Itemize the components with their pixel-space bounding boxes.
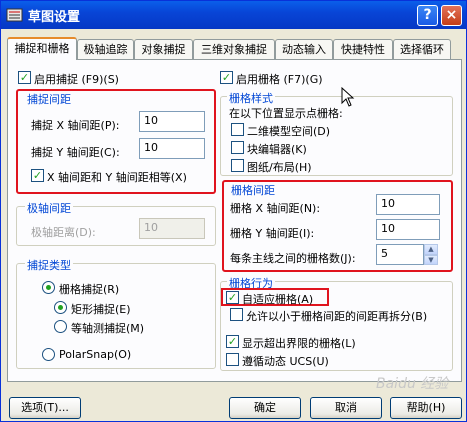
- grid-snap-radio[interactable]: [42, 281, 55, 294]
- snap-type-title: 捕捉类型: [25, 257, 73, 273]
- snap-x-label: 捕捉 X 轴间距(P):: [31, 119, 120, 132]
- polar-distance-label: 极轴距离(D):: [31, 226, 96, 239]
- snap-y-label: 捕捉 Y 轴间距(C):: [31, 146, 120, 159]
- tab-selection-cycling[interactable]: 选择循环: [393, 39, 451, 59]
- tab-object-snap[interactable]: 对象捕捉: [134, 39, 193, 59]
- equal-spacing-label: X 轴间距和 Y 轴间距相等(X): [47, 171, 187, 184]
- grid-spacing-title: 栅格间距: [229, 182, 277, 198]
- window-title: 草图设置: [28, 10, 81, 25]
- rect-snap-label: 矩形捕捉(E): [71, 303, 131, 316]
- grid-x-input[interactable]: 10: [376, 194, 440, 215]
- follow-ucs-checkbox[interactable]: [226, 353, 239, 366]
- polar-distance-input[interactable]: 10: [139, 218, 205, 239]
- polar-spacing-title: 极轴间距: [25, 200, 73, 216]
- layout-checkbox[interactable]: [231, 159, 244, 172]
- enable-grid-checkbox[interactable]: ✓: [220, 71, 233, 84]
- follow-ucs-label: 遵循动态 UCS(U): [242, 355, 329, 368]
- model-space-checkbox[interactable]: [231, 123, 244, 136]
- drafting-settings-icon: [6, 8, 23, 22]
- tab-3d-object-snap[interactable]: 三维对象捕捉: [193, 39, 275, 59]
- enable-snap-label: 启用捕捉 (F9)(S): [34, 73, 119, 86]
- grid-y-input[interactable]: 10: [376, 219, 440, 240]
- layout-label: 图纸/布局(H): [247, 161, 312, 174]
- adaptive-grid-label: 自适应栅格(A): [242, 293, 314, 306]
- subdivide-label: 允许以小于栅格间距的间距再拆分(B): [246, 310, 428, 323]
- mouse-cursor-icon: [341, 87, 355, 107]
- block-editor-checkbox[interactable]: [231, 141, 244, 154]
- beyond-limits-label: 显示超出界限的栅格(L): [242, 337, 356, 350]
- rect-snap-radio[interactable]: [54, 301, 67, 314]
- tab-dynamic-input[interactable]: 动态输入: [275, 39, 333, 59]
- polarsnap-radio[interactable]: [42, 348, 55, 361]
- tab-snap-grid[interactable]: 捕捉和栅格: [7, 37, 77, 60]
- polarsnap-label: PolarSnap(O): [59, 348, 132, 361]
- major-line-input[interactable]: 5: [376, 244, 424, 265]
- help-title-button[interactable]: ?: [417, 5, 438, 26]
- title-bar[interactable]: 草图设置 ? ×: [1, 1, 466, 29]
- spin-up-icon[interactable]: ▲: [424, 244, 438, 255]
- subdivide-checkbox[interactable]: [230, 308, 243, 321]
- grid-style-title: 栅格样式: [227, 90, 275, 106]
- tab-polar-tracking[interactable]: 极轴追踪: [77, 39, 134, 59]
- ok-button[interactable]: 确定: [229, 397, 301, 419]
- snap-x-input[interactable]: 10: [139, 111, 205, 132]
- beyond-limits-checkbox[interactable]: ✓: [226, 335, 239, 348]
- enable-snap-checkbox[interactable]: ✓: [18, 71, 31, 84]
- iso-snap-label: 等轴测捕捉(M): [71, 322, 145, 335]
- close-icon[interactable]: ×: [441, 5, 462, 26]
- snap-y-input[interactable]: 10: [139, 138, 205, 159]
- enable-grid-label: 启用栅格 (F7)(G): [236, 73, 323, 86]
- cancel-button[interactable]: 取消: [310, 397, 382, 419]
- grid-snap-label: 栅格捕捉(R): [59, 283, 120, 296]
- help-button[interactable]: 帮助(H): [390, 397, 462, 419]
- grid-x-label: 栅格 X 轴间距(N):: [230, 202, 321, 215]
- snap-spacing-title: 捕捉间距: [25, 91, 73, 107]
- grid-style-desc: 在以下位置显示点栅格:: [229, 107, 343, 120]
- block-editor-label: 块编辑器(K): [247, 143, 307, 156]
- equal-spacing-checkbox[interactable]: ✓: [31, 169, 44, 182]
- dialog-window: 草图设置 ? × 捕捉和栅格 极轴追踪 对象捕捉 三维对象捕捉 动态输入 快捷特…: [0, 0, 467, 422]
- adaptive-grid-checkbox[interactable]: ✓: [226, 291, 239, 304]
- spin-down-icon[interactable]: ▼: [424, 255, 438, 265]
- grid-y-label: 栅格 Y 轴间距(I):: [230, 227, 315, 240]
- options-button[interactable]: 选项(T)...: [9, 397, 81, 419]
- watermark-text: Baidu 经验: [376, 376, 449, 392]
- model-space-label: 二维模型空间(D): [247, 125, 331, 138]
- iso-snap-radio[interactable]: [54, 320, 67, 333]
- major-line-label: 每条主线之间的栅格数(J):: [230, 252, 356, 265]
- tab-quick-properties[interactable]: 快捷特性: [333, 39, 393, 59]
